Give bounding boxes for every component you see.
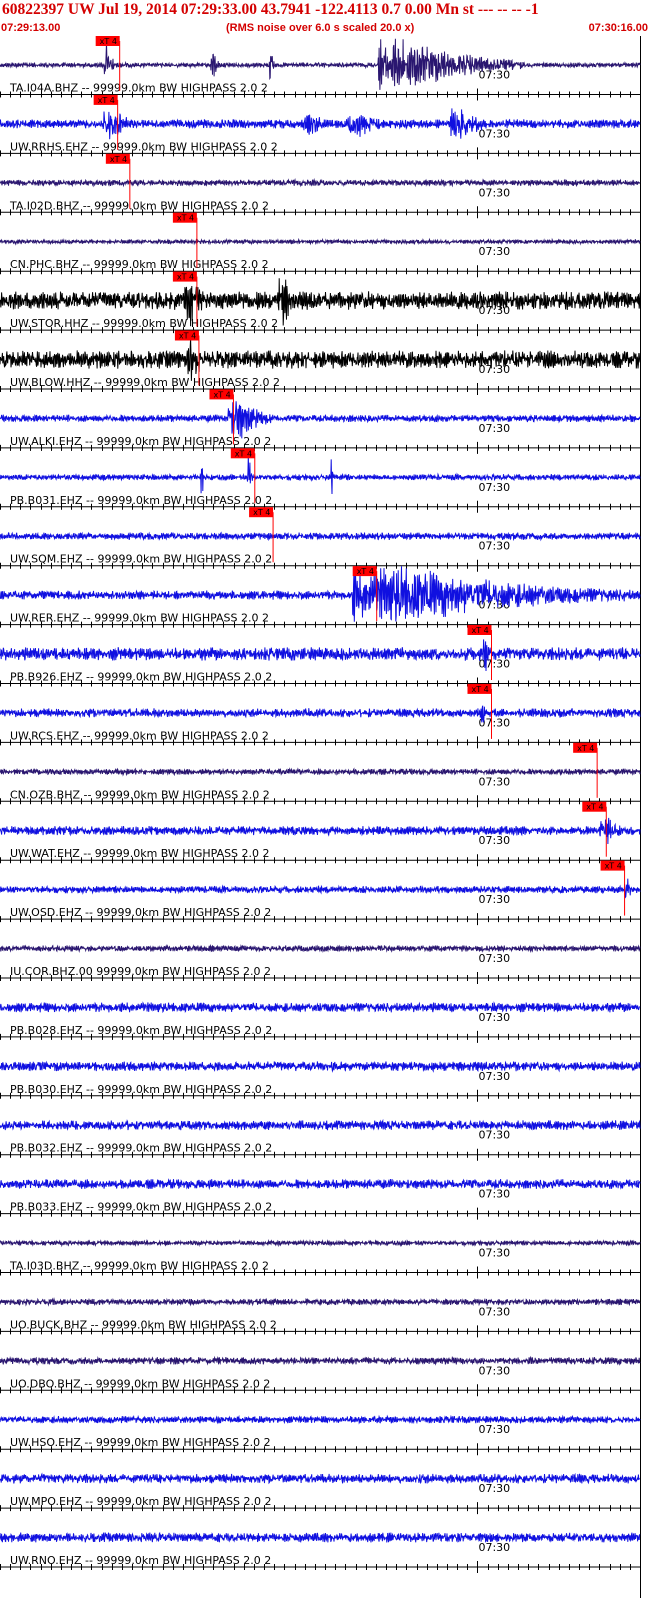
time-tick-label: 07:30 bbox=[478, 1541, 510, 1554]
trace-label: UW.RER.EHZ -- 99999.0km BW HIGHPASS 2.0 … bbox=[10, 612, 269, 625]
time-tick-label: 07:30 bbox=[478, 186, 510, 199]
plot-header: 60822397 UW Jul 19, 2014 07:29:33.00 43.… bbox=[0, 0, 652, 36]
time-tick-label: 07:30 bbox=[478, 1070, 510, 1083]
waveform-trace bbox=[0, 817, 641, 845]
waveform-trace bbox=[0, 878, 641, 899]
time-tick-label: 07:30 bbox=[478, 893, 510, 906]
pick-label: xT 4 bbox=[235, 449, 252, 458]
waveform-trace bbox=[0, 1118, 641, 1131]
trace-label: PB.B030.EHZ -- 99999.0km BW HIGHPASS 2.0… bbox=[10, 1083, 272, 1096]
waveform-trace bbox=[0, 1414, 641, 1425]
waveform-trace bbox=[0, 1060, 641, 1073]
trace-label: TA.I04A.BHZ -- 99999.0km BW HIGHPASS 2.0… bbox=[9, 82, 268, 95]
end-time-label: 07:30:16.00 bbox=[588, 22, 648, 34]
time-tick-label: 07:30 bbox=[478, 481, 510, 494]
trace-label: PB.B031.EHZ -- 99999.0km BW HIGHPASS 2.0… bbox=[10, 494, 272, 507]
pick-label: xT 4 bbox=[98, 96, 115, 105]
trace-label: UW.RCS.EHZ -- 99999.0km BW HIGHPASS 2.0 … bbox=[10, 729, 269, 742]
trace-label: PB.B926.EHZ -- 99999.0km BW HIGHPASS 2.0… bbox=[10, 671, 272, 684]
seismogram-panel: 07:30 TA.I04A.BHZ -- 99999.0km BW HIGHPAS… bbox=[0, 36, 641, 1598]
time-tick-label: 07:30 bbox=[478, 1482, 510, 1495]
waveform-trace bbox=[0, 401, 641, 439]
trace-label: UO.DBO.BHZ -- 99999.0km BW HIGHPASS 2.0 … bbox=[10, 1377, 270, 1390]
waveform-trace bbox=[0, 108, 641, 140]
time-tick-label: 07:30 bbox=[478, 1305, 510, 1318]
trace-label: UW.RRHS.EHZ -- 99999.0km BW HIGHPASS 2.0… bbox=[10, 140, 278, 153]
pick-label: xT 4 bbox=[213, 390, 230, 399]
waveform-trace bbox=[0, 1355, 641, 1366]
trace-label: UO.BUCK.BHZ -- 99999.0km BW HIGHPASS 2.0… bbox=[10, 1318, 277, 1331]
waveform-trace bbox=[0, 177, 641, 188]
rms-noise-subtitle: (RMS noise over 6.0 s scaled 20.0 x) bbox=[226, 22, 415, 34]
trace-label: UW.RNO.EHZ -- 99999.0km BW HIGHPASS 2.0 … bbox=[10, 1554, 271, 1567]
pick-label: xT 4 bbox=[577, 744, 594, 753]
time-tick-label: 07:30 bbox=[478, 775, 510, 788]
waveform-trace bbox=[0, 639, 641, 672]
trace-label: UW.BLOW.HHZ -- 99999.0km BW HIGHPASS 2.0… bbox=[10, 376, 280, 389]
pick-label: xT 4 bbox=[586, 803, 603, 812]
trace-label: TA.I03D.BHZ -- 99999.0km BW HIGHPASS 2.0… bbox=[9, 1260, 269, 1273]
pick-label: xT 4 bbox=[253, 508, 270, 517]
pick-label: xT 4 bbox=[471, 685, 488, 694]
time-tick-label: 07:30 bbox=[478, 1129, 510, 1142]
trace-label: CN.PHC.BHZ -- 99999.0km BW HIGHPASS 2.0 … bbox=[10, 258, 269, 271]
trace-label: UW.MPO.EHZ -- 99999.0km BW HIGHPASS 2.0 … bbox=[10, 1495, 272, 1508]
time-tick-label: 07:30 bbox=[478, 69, 510, 82]
trace-label: UW.ALKI.EHZ -- 99999.0km BW HIGHPASS 2.0… bbox=[10, 435, 271, 448]
waveform-trace bbox=[0, 338, 641, 381]
pick-label: xT 4 bbox=[177, 273, 194, 282]
waveform-trace bbox=[0, 705, 641, 723]
pick-label: xT 4 bbox=[110, 155, 127, 164]
time-tick-label: 07:30 bbox=[478, 1247, 510, 1260]
time-tick-label: 07:30 bbox=[478, 834, 510, 847]
trace-label: IU.COR.BHZ.00 99999.0km BW HIGHPASS 2.0 … bbox=[10, 965, 271, 978]
pick-label: xT 4 bbox=[605, 862, 622, 871]
waveform-trace bbox=[0, 1472, 641, 1485]
time-tick-label: 07:30 bbox=[478, 422, 510, 435]
trace-label: TA.I02D.BHZ -- 99999.0km BW HIGHPASS 2.0… bbox=[9, 199, 269, 212]
trace-label: PB.B033.EHZ -- 99999.0km BW HIGHPASS 2.0… bbox=[10, 1201, 272, 1214]
waveform-trace bbox=[0, 455, 641, 495]
time-tick-label: 07:30 bbox=[478, 1011, 510, 1024]
waveform-trace bbox=[0, 1531, 641, 1543]
waveform-trace bbox=[0, 237, 641, 246]
event-title: 60822397 UW Jul 19, 2014 07:29:33.00 43.… bbox=[2, 1, 539, 18]
trace-label: PB.B028.EHZ -- 99999.0km BW HIGHPASS 2.0… bbox=[10, 1024, 272, 1037]
trace-label: UW.STOR.HHZ -- 99999.0km BW HIGHPASS 2.0… bbox=[10, 317, 278, 330]
waveform-trace bbox=[0, 531, 641, 542]
waveform-trace bbox=[0, 767, 641, 777]
time-tick-label: 07:30 bbox=[478, 1188, 510, 1201]
trace-label: UW.SQM.EHZ -- 99999.0km BW HIGHPASS 2.0 … bbox=[10, 553, 272, 566]
waveform-trace bbox=[0, 1178, 641, 1191]
pick-label: xT 4 bbox=[357, 567, 374, 576]
time-tick-label: 07:30 bbox=[478, 1364, 510, 1377]
time-tick-label: 07:30 bbox=[478, 952, 510, 965]
time-tick-label: 07:30 bbox=[478, 127, 510, 140]
trace-label: UW.HSO.EHZ -- 99999.0km BW HIGHPASS 2.0 … bbox=[10, 1436, 271, 1449]
pick-label: xT 4 bbox=[179, 332, 196, 341]
trace-label: PB.B032.EHZ -- 99999.0km BW HIGHPASS 2.0… bbox=[10, 1142, 272, 1155]
time-tick-label: 07:30 bbox=[478, 245, 510, 258]
pick-label: xT 4 bbox=[100, 37, 117, 46]
pick-label: xT 4 bbox=[177, 214, 194, 223]
waveform-trace bbox=[0, 943, 641, 954]
trace-label: UW.OSD.EHZ -- 99999.0km BW HIGHPASS 2.0 … bbox=[10, 906, 271, 919]
time-tick-label: 07:30 bbox=[478, 1423, 510, 1436]
trace-label: UW.WAT.EHZ -- 99999.0km BW HIGHPASS 2.0 … bbox=[10, 847, 270, 860]
time-tick-label: 07:30 bbox=[478, 540, 510, 553]
start-time-label: 07:29:13.00 bbox=[1, 22, 61, 34]
waveform-trace bbox=[0, 1297, 641, 1307]
trace-label: CN.OZB.BHZ -- 99999.0km BW HIGHPASS 2.0 … bbox=[10, 788, 270, 801]
pick-label: xT 4 bbox=[471, 626, 488, 635]
waveform-trace bbox=[0, 1238, 641, 1248]
waveform-trace bbox=[0, 1001, 641, 1014]
